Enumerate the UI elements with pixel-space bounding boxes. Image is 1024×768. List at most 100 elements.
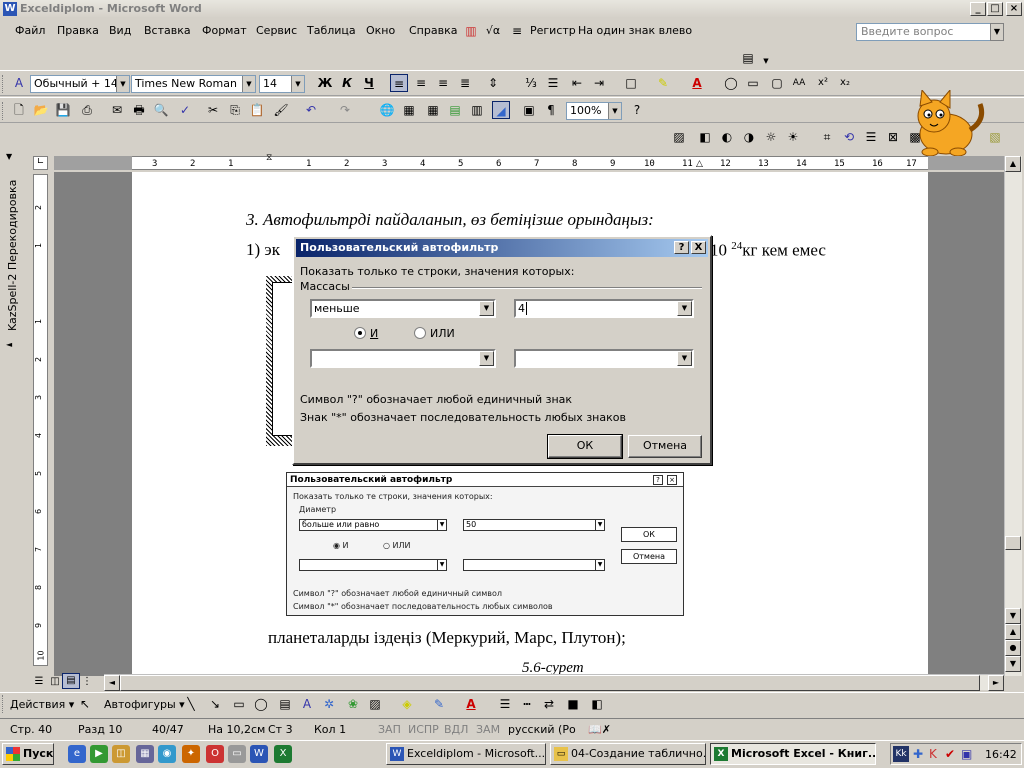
value1-input[interactable]: 4 ▼ <box>514 299 694 318</box>
next-page-button[interactable]: ▼ <box>1005 656 1021 672</box>
actions-menu[interactable]: Действия ▾ <box>10 698 74 711</box>
previous-page-button[interactable]: ▲ <box>1005 624 1021 640</box>
outline-view-icon[interactable]: ⋮ <box>78 673 96 691</box>
align-center-icon[interactable]: ≡ <box>412 74 430 92</box>
operator1-select[interactable]: меньше ▼ <box>310 299 496 318</box>
chevron-down-icon[interactable]: ▼ <box>677 351 692 366</box>
tray-app-icon[interactable]: ▣ <box>961 747 972 761</box>
superscript-icon[interactable]: x² <box>814 74 832 92</box>
right-indent-marker-icon[interactable]: △ <box>696 159 703 169</box>
menu-register[interactable]: Регистр <box>530 24 576 37</box>
color-icon[interactable]: ◧ <box>696 128 714 146</box>
select-pointer-icon[interactable]: ↖ <box>76 695 94 713</box>
ie-icon[interactable]: e <box>68 745 86 763</box>
align-left-icon[interactable]: ≡ <box>390 74 408 92</box>
line-color-icon[interactable]: ✎ <box>430 695 448 713</box>
document-map-icon[interactable]: ▣ <box>520 101 538 119</box>
open-folder-icon[interactable]: 📂 <box>32 101 50 119</box>
tool-icon[interactable]: ✦ <box>182 745 200 763</box>
menu-move-left[interactable]: На один знак влево <box>578 24 692 37</box>
rotate-icon[interactable]: ⟲ <box>840 128 858 146</box>
radio-and[interactable] <box>354 327 366 339</box>
chart-icon[interactable]: ▥ <box>462 22 480 40</box>
word-icon[interactable]: W <box>250 745 268 763</box>
radio-and-label[interactable]: И <box>370 327 378 340</box>
drawing-icon[interactable]: ◢ <box>492 101 510 119</box>
insert-table-icon[interactable]: ▦ <box>424 101 442 119</box>
status-rec[interactable]: ЗАП <box>378 723 401 736</box>
ok-button[interactable]: ОК <box>547 434 623 459</box>
scroll-left-button[interactable]: ◄ <box>104 675 120 691</box>
insert-picture-icon[interactable]: ▨ <box>670 128 688 146</box>
menu-table[interactable]: Таблица <box>307 24 356 37</box>
subscript-icon[interactable]: x₂ <box>836 74 854 92</box>
task-folder[interactable]: ▭ 04-Создание таблично... <box>550 743 706 765</box>
textbox-icon[interactable]: ▤ <box>276 695 294 713</box>
radio-or-label[interactable]: ИЛИ <box>430 327 455 340</box>
rectangle-icon[interactable]: ▭ <box>744 74 762 92</box>
close-button[interactable]: × <box>1006 2 1022 16</box>
save-icon[interactable]: 💾 <box>54 101 72 119</box>
chevron-down-icon[interactable]: ▼ <box>479 351 494 366</box>
rectangle-icon[interactable]: ▭ <box>230 695 248 713</box>
3d-icon[interactable]: ◧ <box>588 695 606 713</box>
menu-edit[interactable]: Правка <box>57 24 99 37</box>
toolbar-grip[interactable] <box>2 75 5 93</box>
chevron-down-icon[interactable]: ▼ <box>116 76 129 92</box>
indent-marker-icon[interactable]: ⧖ <box>266 153 272 163</box>
player-icon[interactable]: ◉ <box>158 745 176 763</box>
operator2-select[interactable]: ▼ <box>310 349 496 368</box>
dialog-help-button[interactable]: ? <box>674 241 689 254</box>
menu-insert[interactable]: Вставка <box>144 24 191 37</box>
explorer-icon[interactable]: ◫ <box>112 745 130 763</box>
chevron-down-icon[interactable]: ▼ <box>608 103 621 119</box>
hyperlink-icon[interactable]: 🌐 <box>378 101 396 119</box>
font-size-select[interactable]: 14 ▼ <box>259 75 305 93</box>
email-icon[interactable]: ✉ <box>108 101 126 119</box>
menu-file[interactable]: Файл <box>15 24 45 37</box>
underline-button[interactable]: Ч <box>360 74 378 92</box>
justify-icon[interactable]: ≣ <box>456 74 474 92</box>
arrow-icon[interactable]: ↘ <box>206 695 224 713</box>
copy-icon[interactable]: ⎘ <box>226 101 244 119</box>
tables-borders-icon[interactable]: ▦ <box>400 101 418 119</box>
scroll-thumb[interactable] <box>1005 536 1021 550</box>
insert-excel-icon[interactable]: ▤ <box>446 101 464 119</box>
media-icon[interactable]: ▶ <box>90 745 108 763</box>
minimize-button[interactable]: _ <box>970 2 986 16</box>
autoshapes-menu[interactable]: Автофигуры ▾ <box>104 698 185 711</box>
stack-icon[interactable]: ▤ <box>739 49 757 67</box>
align-icon[interactable]: ≡ <box>508 22 526 40</box>
cancel-button[interactable]: Отмена <box>628 435 702 458</box>
chevron-down-icon[interactable]: ▼ <box>242 76 255 92</box>
start-button[interactable]: Пуск <box>2 743 54 765</box>
menu-window[interactable]: Окно <box>366 24 395 37</box>
kazspell-panel[interactable]: KazSpell-2 Перекодировка <box>2 160 24 350</box>
scroll-up-button[interactable]: ▲ <box>1005 156 1021 172</box>
arrow-style-icon[interactable]: ⇄ <box>540 695 558 713</box>
numbered-list-icon[interactable]: ⅓ <box>522 74 540 92</box>
scroll-down-button[interactable]: ▼ <box>1005 608 1021 624</box>
vertical-ruler[interactable]: 2 1 1 2 3 4 5 6 7 8 9 10 <box>33 174 48 666</box>
scroll-right-button[interactable]: ► <box>988 675 1004 691</box>
contrast-icon[interactable]: ◐ <box>718 128 736 146</box>
bold-button[interactable]: Ж <box>316 74 334 92</box>
browse-object-button[interactable]: ● <box>1005 640 1021 656</box>
menu-view[interactable]: Вид <box>109 24 131 37</box>
permission-icon[interactable]: ⎙ <box>78 101 96 119</box>
status-ovr[interactable]: ЗАМ <box>476 723 500 736</box>
border-icon[interactable]: □ <box>622 74 640 92</box>
radio-or[interactable] <box>414 327 426 339</box>
help-icon[interactable]: ? <box>628 101 646 119</box>
oval-icon[interactable]: ◯ <box>722 74 740 92</box>
clipart-icon[interactable]: ❀ <box>344 695 362 713</box>
status-ext[interactable]: ВДЛ <box>444 723 468 736</box>
status-trk[interactable]: ИСПР <box>408 723 439 736</box>
less-contrast-icon[interactable]: ◑ <box>740 128 758 146</box>
toolbar-grip[interactable] <box>2 695 5 713</box>
diagram-icon[interactable]: ✲ <box>320 695 338 713</box>
highlight-icon[interactable]: ✎ <box>654 74 672 92</box>
figure-image[interactable]: Пользовательский автофильтр ? × Показать… <box>286 472 684 616</box>
tray-alert-icon[interactable]: ✔ <box>945 747 955 761</box>
line-style-icon[interactable]: ☰ <box>862 128 880 146</box>
